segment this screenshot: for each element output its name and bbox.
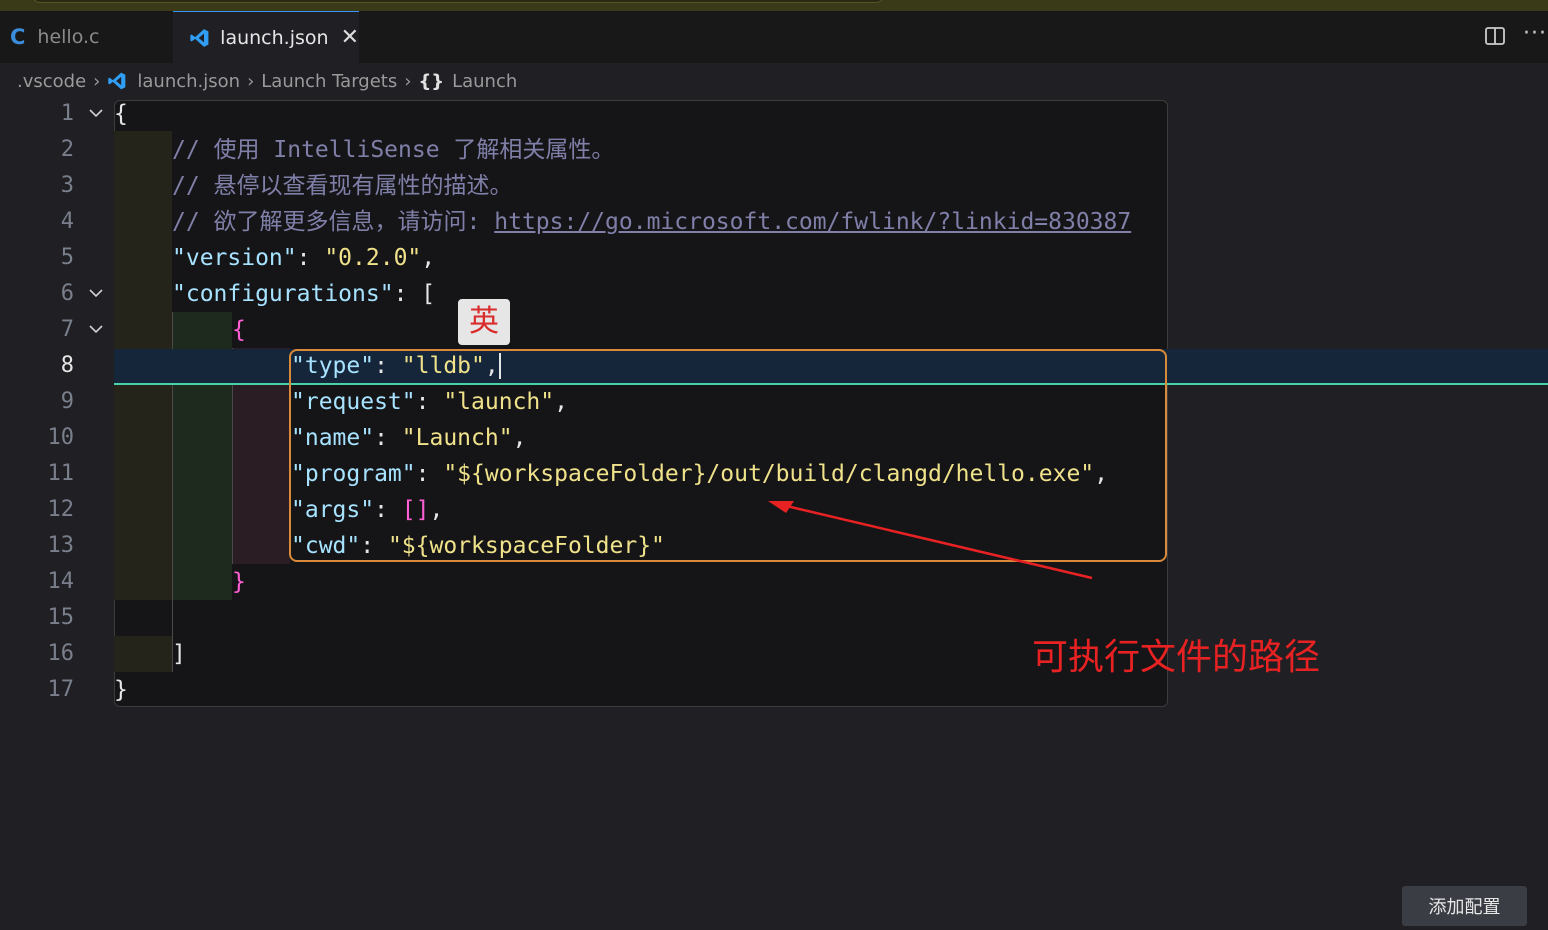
- annotation-text: 可执行文件的路径: [1032, 637, 1321, 678]
- line-number: 3: [60, 173, 74, 198]
- line-number: 13: [47, 533, 75, 558]
- chevron-right-icon: ›: [93, 70, 101, 92]
- breadcrumb-item-vscode[interactable]: .vscode: [17, 71, 86, 92]
- close-icon[interactable]: ✕: [341, 25, 359, 50]
- breadcrumb-item-launch-json[interactable]: launch.json: [137, 71, 240, 92]
- tab-hello-c[interactable]: C hello.c: [0, 11, 173, 63]
- breadcrumb-item-launch[interactable]: Launch: [452, 71, 517, 92]
- line-number: 16: [47, 641, 75, 666]
- code-line-16: ]: [172, 641, 186, 667]
- code-line-1: {: [114, 101, 128, 127]
- line-number: 17: [47, 677, 75, 702]
- split-editor-icon[interactable]: [1484, 25, 1506, 47]
- line-number: 12: [47, 497, 75, 522]
- ime-indicator: 英: [458, 299, 510, 345]
- vscode-icon: [108, 72, 126, 90]
- code-line-3: // 悬停以查看现有属性的描述。: [172, 173, 513, 199]
- line-number: 7: [60, 317, 74, 342]
- fold-chevron-icon[interactable]: [88, 312, 104, 348]
- fold-chevron-icon[interactable]: [88, 276, 104, 312]
- c-file-icon: C: [10, 25, 26, 49]
- chevron-right-icon: ›: [247, 70, 255, 92]
- vscode-icon: [190, 28, 209, 47]
- line-number: 4: [60, 209, 74, 234]
- tab-bar: C hello.c launch.json ✕ ···: [0, 11, 1548, 63]
- line-number: 9: [60, 389, 74, 414]
- breadcrumb: .vscode › launch.json › Launch Targets ›…: [0, 63, 1548, 99]
- line-number: 10: [47, 425, 75, 450]
- line-number: 1: [60, 101, 74, 126]
- docs-link[interactable]: https://go.microsoft.com/fwlink/?linkid=…: [494, 209, 1131, 235]
- code-line-14: }: [232, 569, 246, 595]
- line-number: 2: [60, 137, 74, 162]
- code-line-17: }: [114, 677, 128, 703]
- line-number: 5: [60, 245, 74, 270]
- code-line-2: // 使用 IntelliSense 了解相关属性。: [172, 137, 615, 163]
- code-line-6: "configurations": [: [172, 281, 436, 307]
- code-line-5: "version": "0.2.0",: [172, 245, 436, 271]
- add-configuration-button[interactable]: 添加配置: [1402, 886, 1527, 926]
- tab-label: hello.c: [37, 26, 100, 48]
- indent-guide-band: [114, 636, 172, 672]
- chevron-right-icon: ›: [404, 70, 412, 92]
- line-number: 6: [60, 281, 74, 306]
- title-bar: [0, 0, 1548, 11]
- annotation-arrow: [768, 501, 1093, 580]
- code-line-4: // 欲了解更多信息，请访问: https://go.microsoft.com…: [172, 209, 1132, 235]
- breadcrumb-item-launch-targets[interactable]: Launch Targets: [261, 71, 397, 92]
- more-actions-icon[interactable]: ···: [1523, 21, 1547, 46]
- braces-icon: {}: [418, 70, 445, 92]
- line-number: 14: [47, 569, 75, 594]
- command-center[interactable]: [32, 0, 884, 3]
- fold-chevron-icon[interactable]: [88, 96, 104, 132]
- tab-label: launch.json: [220, 26, 329, 49]
- tab-launch-json[interactable]: launch.json ✕: [173, 11, 359, 63]
- line-number: 11: [47, 461, 75, 486]
- line-number-active: 8: [60, 353, 74, 378]
- code-line-7: {: [232, 317, 246, 343]
- line-number: 15: [47, 605, 75, 630]
